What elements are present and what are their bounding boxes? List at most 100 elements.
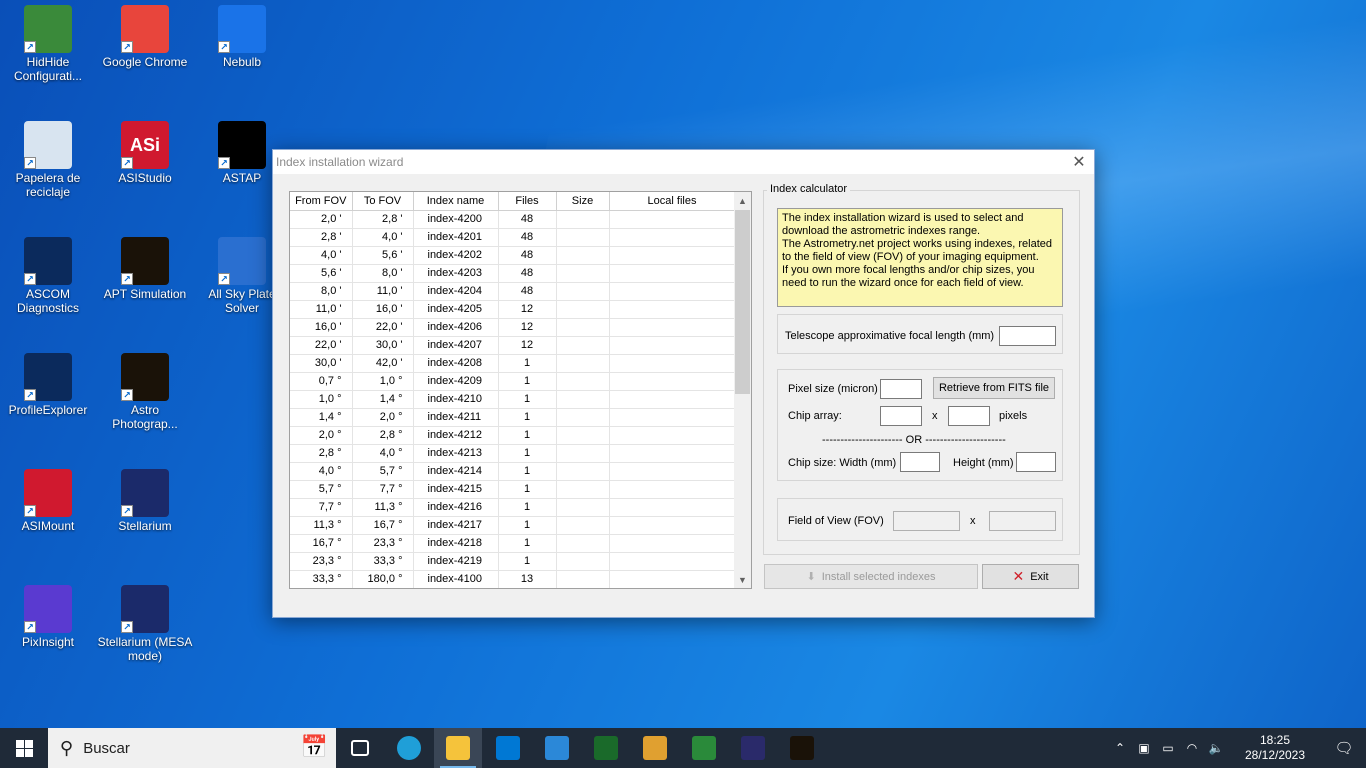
wifi-icon[interactable]: ◠	[1180, 741, 1204, 755]
desktop-icon[interactable]: ↗ ASCOM Diagnostics	[0, 237, 96, 315]
desktop-icon-label: Papelera de reciclaje	[15, 171, 81, 199]
table-row[interactable]: 30,0 ' 42,0 ' index-4208 1	[290, 354, 736, 373]
desktop-icon[interactable]: ↗ ProfileExplorer	[0, 353, 96, 417]
table-cell: 5,6 '	[290, 264, 353, 283]
search-box[interactable]: ⚲ Buscar 📅	[48, 728, 336, 768]
battery-icon[interactable]: ▭	[1156, 741, 1180, 755]
desktop-icon[interactable]: ASi ↗ ASIStudio	[97, 121, 193, 185]
shortcut-arrow-icon: ↗	[24, 41, 36, 53]
taskbar-app-edge[interactable]	[385, 728, 433, 768]
table-row[interactable]: 4,0 ° 5,7 ° index-4214 1	[290, 462, 736, 481]
vertical-scrollbar[interactable]: ▲ ▼	[734, 192, 751, 588]
chevron-up-icon[interactable]: ⌃	[1108, 741, 1132, 755]
table-cell: index-4212	[413, 426, 499, 445]
table-row[interactable]: 2,8 ' 4,0 ' index-4201 48	[290, 228, 736, 247]
table-row[interactable]: 2,0 ° 2,8 ° index-4212 1	[290, 426, 736, 445]
table-row[interactable]: 1,0 ° 1,4 ° index-4210 1	[290, 390, 736, 409]
table-row[interactable]: 0,7 ° 1,0 ° index-4209 1	[290, 372, 736, 391]
taskbar-app-task-view[interactable]	[336, 728, 384, 768]
table-cell	[609, 516, 736, 535]
chip-height-input[interactable]	[1016, 452, 1056, 472]
taskbar-app-app-green[interactable]	[582, 728, 630, 768]
desktop-icon[interactable]: ↗ Google Chrome	[97, 5, 193, 69]
table-cell	[609, 390, 736, 409]
table-row[interactable]: 33,3 ° 180,0 ° index-4100 13	[290, 570, 736, 588]
table-row[interactable]: 8,0 ' 11,0 ' index-4204 48	[290, 282, 736, 301]
table-row[interactable]: 5,6 ' 8,0 ' index-4203 48	[290, 264, 736, 283]
table-row[interactable]: 7,7 ° 11,3 ° index-4216 1	[290, 498, 736, 517]
windows-logo-icon	[15, 739, 33, 757]
table-cell: 4,0 '	[290, 246, 353, 265]
taskbar-app-stellarium[interactable]	[729, 728, 777, 768]
exit-button[interactable]: ✕ Exit	[982, 564, 1079, 589]
app-icon: ↗	[121, 469, 169, 517]
chip-array-x-input[interactable]	[880, 406, 922, 426]
focal-length-input[interactable]	[999, 326, 1056, 346]
table-cell: index-4209	[413, 372, 499, 391]
desktop-icon[interactable]: ↗ Papelera de reciclaje	[0, 121, 96, 199]
taskbar-app-file-explorer[interactable]	[434, 728, 482, 768]
desktop-icon[interactable]: ↗ Nebulb	[194, 5, 290, 69]
column-header[interactable]: Index name	[413, 192, 499, 211]
table-row[interactable]: 5,7 ° 7,7 ° index-4215 1	[290, 480, 736, 499]
close-button[interactable]: ✕	[1064, 150, 1094, 174]
table-row[interactable]: 16,0 ' 22,0 ' index-4206 12	[290, 318, 736, 337]
desktop-icon[interactable]: ↗ ASIMount	[0, 469, 96, 533]
meet-icon[interactable]: ▣	[1132, 741, 1156, 755]
table-cell: 16,7 °	[290, 534, 353, 553]
table-cell: 7,7 °	[290, 498, 353, 517]
table-cell: index-4205	[413, 300, 499, 319]
scroll-down-icon[interactable]: ▼	[734, 571, 751, 588]
table-cell: 1	[498, 534, 557, 553]
desktop-icon[interactable]: ↗ HidHide Configurati...	[0, 5, 96, 83]
window-titlebar[interactable]: Index installation wizard	[273, 150, 1094, 174]
taskbar-app-spreadsheet[interactable]	[680, 728, 728, 768]
table-row[interactable]: 4,0 ' 5,6 ' index-4202 48	[290, 246, 736, 265]
index-table[interactable]: From FOV To FOV Index name Files Size Local f…	[289, 191, 752, 589]
install-selected-indexes-button[interactable]: ⬇ Install selected indexes	[764, 564, 978, 589]
chip-width-input[interactable]	[900, 452, 940, 472]
column-header[interactable]: Local files	[609, 192, 736, 211]
taskbar-app-store[interactable]	[484, 728, 532, 768]
taskbar-app-mail[interactable]	[533, 728, 581, 768]
column-header[interactable]: Files	[498, 192, 557, 211]
table-row[interactable]: 16,7 ° 23,3 ° index-4218 1	[290, 534, 736, 553]
chip-array-y-input[interactable]	[948, 406, 990, 426]
clock[interactable]: 18:25 28/12/2023	[1236, 733, 1314, 763]
table-row[interactable]: 2,8 ° 4,0 ° index-4213 1	[290, 444, 736, 463]
table-cell: index-4215	[413, 480, 499, 499]
scroll-up-icon[interactable]: ▲	[734, 192, 751, 209]
volume-icon[interactable]: 🔈	[1204, 741, 1228, 755]
table-row[interactable]: 11,3 ° 16,7 ° index-4217 1	[290, 516, 736, 535]
index-calculator-label: Index calculator	[767, 183, 851, 195]
desktop-icon[interactable]: ↗ Stellarium (MESA mode)	[97, 585, 193, 663]
column-header[interactable]: From FOV	[290, 192, 353, 211]
table-row[interactable]: 2,0 ' 2,8 ' index-4200 48	[290, 210, 736, 229]
table-row[interactable]: 1,4 ° 2,0 ° index-4211 1	[290, 408, 736, 427]
taskbar-app-apt[interactable]	[778, 728, 826, 768]
desktop-icon[interactable]: ↗ Stellarium	[97, 469, 193, 533]
table-cell: 1	[498, 444, 557, 463]
table-cell: index-4202	[413, 246, 499, 265]
table-cell: 11,3 °	[352, 498, 414, 517]
table-cell	[609, 336, 736, 355]
start-button[interactable]	[0, 728, 48, 768]
desktop-icon[interactable]: ↗ APT Simulation	[97, 237, 193, 301]
column-header[interactable]: To FOV	[352, 192, 414, 211]
notifications-icon[interactable]: 🗨	[1322, 739, 1366, 757]
spreadsheet-icon	[692, 736, 716, 760]
table-cell	[609, 534, 736, 553]
table-row[interactable]: 23,3 ° 33,3 ° index-4219 1	[290, 552, 736, 571]
table-cell	[609, 426, 736, 445]
pixel-size-input[interactable]	[880, 379, 922, 399]
column-header[interactable]: Size	[556, 192, 610, 211]
desktop-icon[interactable]: ↗ PixInsight	[0, 585, 96, 649]
desktop-icon[interactable]: ↗ Astro Photograp...	[97, 353, 193, 431]
table-cell: 13	[498, 570, 557, 588]
table-row[interactable]: 11,0 ' 16,0 ' index-4205 12	[290, 300, 736, 319]
taskbar-app-paint[interactable]	[631, 728, 679, 768]
retrieve-from-fits-button[interactable]: Retrieve from FITS file	[933, 377, 1055, 399]
table-row[interactable]: 22,0 ' 30,0 ' index-4207 12	[290, 336, 736, 355]
scrollbar-thumb[interactable]	[735, 210, 750, 394]
table-cell: index-4207	[413, 336, 499, 355]
